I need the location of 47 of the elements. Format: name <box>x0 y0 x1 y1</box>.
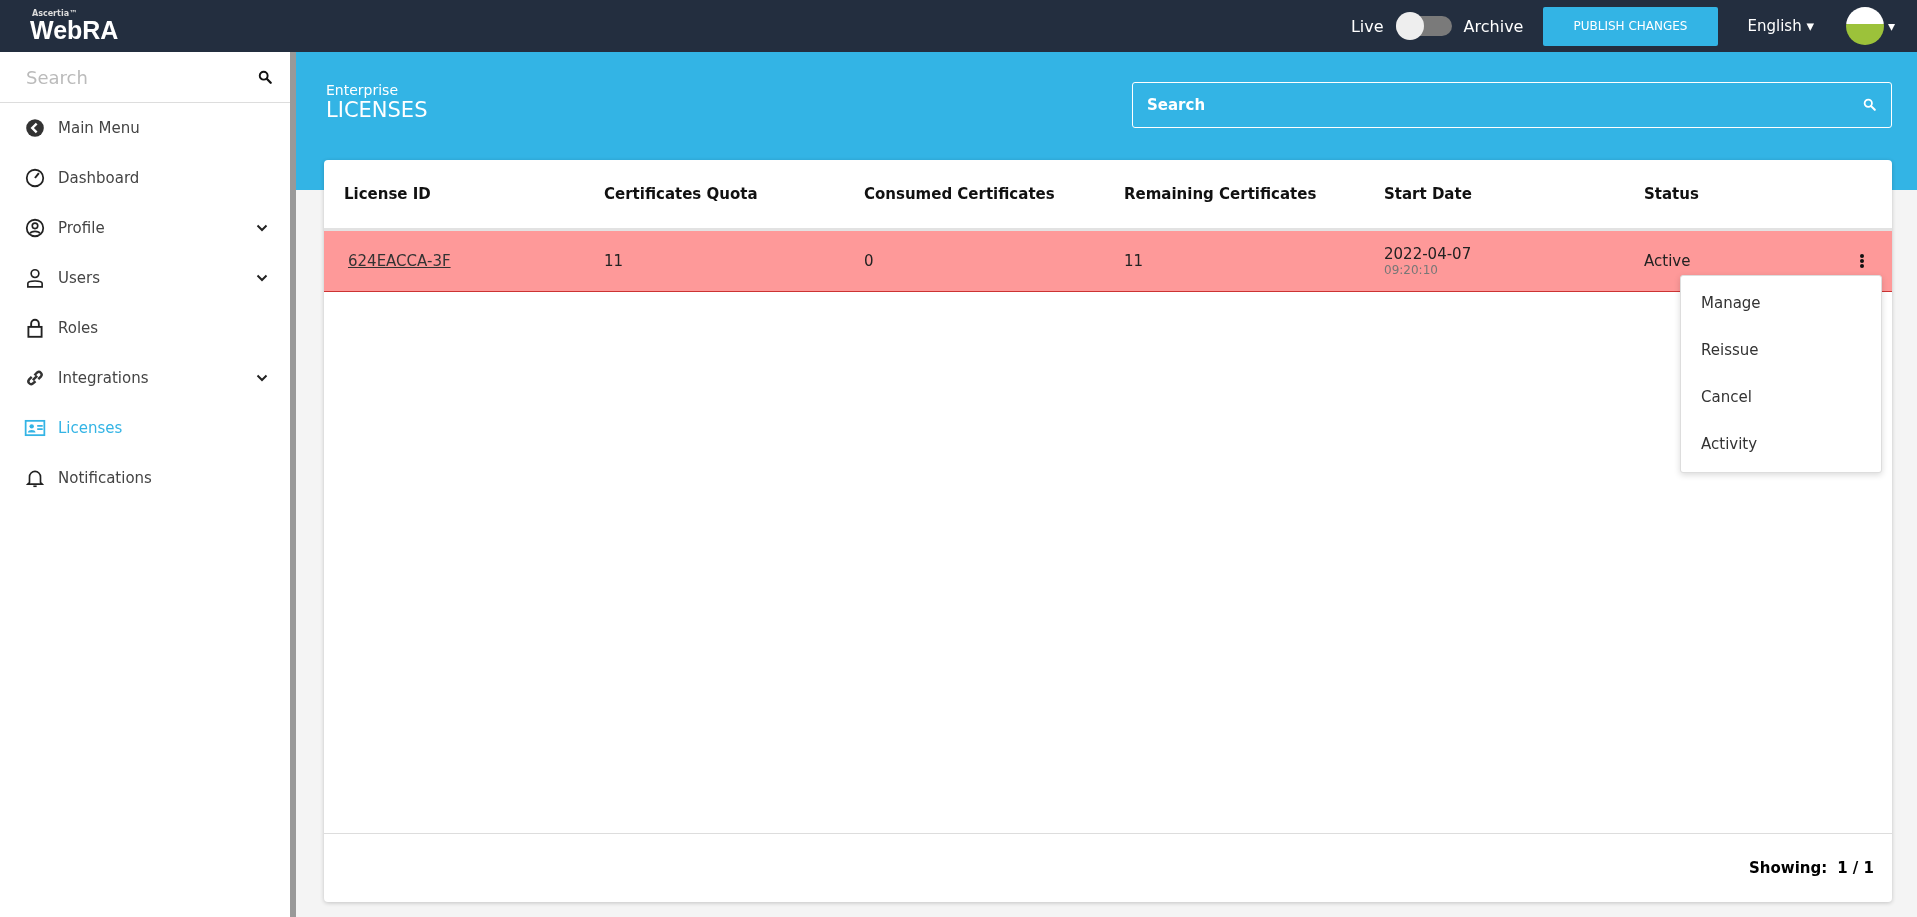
language-dropdown[interactable]: English ▾ <box>1741 16 1820 36</box>
showing-count: 1 / 1 <box>1837 859 1874 877</box>
sidebar-item[interactable]: Dashboard <box>0 153 290 203</box>
nav-icon <box>24 267 46 289</box>
column-header: Consumed Certificates <box>864 185 1056 203</box>
nav-icon <box>24 217 46 239</box>
table-cell: 11 <box>1124 252 1144 270</box>
start-time: 09:20:10 <box>1384 263 1439 277</box>
column-header: Status <box>1644 185 1700 203</box>
menu-item[interactable]: Reissue <box>1681 327 1881 374</box>
chevron-down-icon[interactable] <box>256 224 268 232</box>
brand-logo: WebRA <box>30 17 119 43</box>
nav-icon <box>24 167 46 189</box>
sidebar-item[interactable]: Integrations <box>0 353 290 403</box>
table-cell: 0 <box>864 252 874 270</box>
sidebar-item[interactable]: Profile <box>0 203 290 253</box>
column-header: Certificates Quota <box>604 185 759 203</box>
license-id-link[interactable]: 624EACCA-3F <box>348 252 451 270</box>
nav-icon <box>24 317 46 339</box>
showing-label: Showing: <box>1749 859 1828 877</box>
nav-icon <box>24 117 46 139</box>
sidebar-item[interactable]: Main Menu <box>0 103 290 153</box>
page-subtitle: Enterprise <box>326 82 400 98</box>
menu-item[interactable]: Cancel <box>1681 374 1881 421</box>
chevron-down-icon[interactable] <box>256 274 268 282</box>
toggle-label: Live <box>1350 16 1384 36</box>
header-search-field[interactable]: Search <box>1132 82 1892 128</box>
more-options-icon[interactable] <box>1859 253 1865 269</box>
table-cell: 11 <box>604 252 624 270</box>
sidebar-item[interactable]: Notifications <box>0 453 290 503</box>
column-header: Start Date <box>1384 185 1473 203</box>
brand-tagline: Ascertia™ <box>32 9 79 18</box>
page-title: LICENSES <box>326 98 428 122</box>
search-icon[interactable] <box>258 70 272 84</box>
status-text: Active <box>1644 252 1691 270</box>
sidebar-item[interactable]: Roles <box>0 303 290 353</box>
sidebar-item[interactable]: Users <box>0 253 290 303</box>
menu-item[interactable]: Manage <box>1681 280 1881 327</box>
column-header: License ID <box>344 185 432 203</box>
toggle-label: Archive <box>1463 16 1524 36</box>
nav-icon <box>24 417 46 439</box>
start-date: 2022-04-07 <box>1384 245 1473 263</box>
avatar-caret[interactable]: ▾ <box>1887 18 1895 34</box>
avatar[interactable] <box>1845 7 1884 45</box>
menu-item[interactable]: Activity <box>1681 421 1881 468</box>
chevron-down-icon[interactable] <box>256 374 268 382</box>
column-header: Remaining Certificates <box>1124 185 1318 203</box>
